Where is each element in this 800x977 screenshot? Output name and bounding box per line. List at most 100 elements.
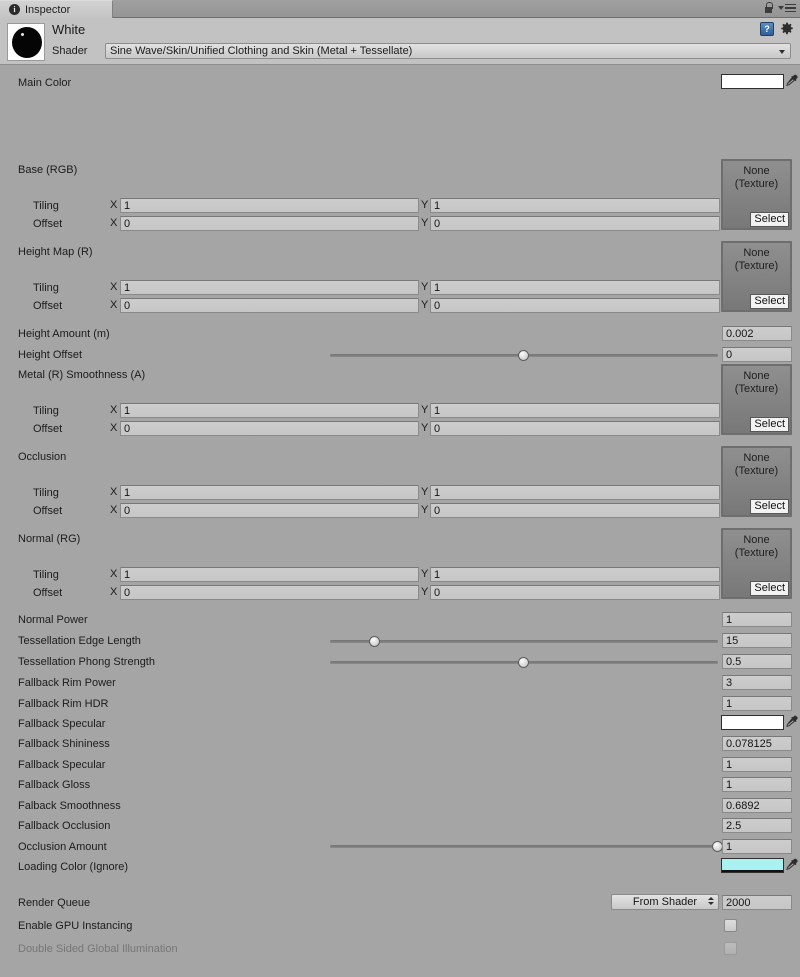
material-preview-sphere[interactable] <box>7 23 45 61</box>
slider-knob[interactable] <box>368 636 380 647</box>
gear-icon[interactable] <box>780 22 794 36</box>
label-loading-color: Loading Color (Ignore) <box>18 861 129 873</box>
texture-slot-none-label: None (Texture) <box>734 165 779 190</box>
fallback-shininess-field[interactable]: 0.078125 <box>722 736 792 751</box>
height-offset-field[interactable]: 0 <box>722 347 792 362</box>
texture-select-button-metal[interactable]: Select <box>750 417 789 432</box>
texture-select-button-height[interactable]: Select <box>750 294 789 309</box>
tiling-x-occlusion[interactable]: 1 <box>120 485 419 500</box>
texture-slot-none-label: None (Texture) <box>734 370 779 395</box>
tab-inspector-label: Inspector <box>25 3 71 16</box>
tiling-y-metal[interactable]: 1 <box>430 403 720 418</box>
axis-y-label-tiling-metal: Y <box>421 404 429 416</box>
axis-y-label-tiling-height: Y <box>421 281 429 293</box>
offset-y-occlusion[interactable]: 0 <box>430 503 720 518</box>
fallback-gloss-field[interactable]: 1 <box>722 777 792 792</box>
panel-tab-bar: i Inspector <box>0 0 800 18</box>
label-tiling-base: Tiling <box>33 200 59 212</box>
offset-y-metal[interactable]: 0 <box>430 421 720 436</box>
tessellation-edge-length-field[interactable]: 15 <box>722 633 792 648</box>
tessellation-phong-strength-field[interactable]: 0.5 <box>722 654 792 669</box>
offset-x-normal[interactable]: 0 <box>120 585 419 600</box>
material-header-actions: ? <box>760 22 794 36</box>
label-fallback-gloss: Fallback Gloss <box>18 779 91 791</box>
occlusion-amount-slider[interactable] <box>330 839 723 854</box>
offset-x-base[interactable]: 0 <box>120 216 419 231</box>
texture-slot-base-rgb[interactable]: None (Texture) Select <box>721 159 792 230</box>
lock-icon[interactable] <box>764 2 773 14</box>
axis-x-label-tiling-base: X <box>110 199 118 211</box>
label-normal-rg: Normal (RG) <box>18 533 81 545</box>
tiling-x-normal[interactable]: 1 <box>120 567 419 582</box>
axis-y-label-offset-metal: Y <box>421 422 429 434</box>
eyedropper-icon-loading-color[interactable] <box>785 858 799 873</box>
texture-select-button-base[interactable]: Select <box>750 212 789 227</box>
label-fallback-shininess: Fallback Shininess <box>18 738 110 750</box>
normal-power-field[interactable]: 1 <box>722 612 792 627</box>
fallback-specular-field[interactable]: 1 <box>722 757 792 772</box>
fallback-rim-power-field[interactable]: 3 <box>722 675 792 690</box>
fallback-rim-hdr-field[interactable]: 1 <box>722 696 792 711</box>
offset-y-base[interactable]: 0 <box>430 216 720 231</box>
offset-x-metal[interactable]: 0 <box>120 421 419 436</box>
help-book-icon[interactable]: ? <box>760 22 774 36</box>
tiling-x-base[interactable]: 1 <box>120 198 419 213</box>
offset-x-occlusion[interactable]: 0 <box>120 503 419 518</box>
fallback-specular-color-swatch[interactable] <box>721 715 784 730</box>
occlusion-amount-field[interactable]: 1 <box>722 839 792 854</box>
axis-y-label-tiling-normal: Y <box>421 568 429 580</box>
render-queue-mode-value: From Shader <box>632 896 698 908</box>
texture-slot-occlusion[interactable]: None (Texture) Select <box>721 446 792 517</box>
tiling-y-normal[interactable]: 1 <box>430 567 720 582</box>
height-amount-field[interactable]: 0.002 <box>722 326 792 341</box>
slider-knob[interactable] <box>518 350 529 361</box>
label-height-amount: Height Amount (m) <box>18 328 110 340</box>
label-tiling-metal: Tiling <box>33 405 59 417</box>
texture-select-button-normal[interactable]: Select <box>750 581 789 596</box>
offset-x-height[interactable]: 0 <box>120 298 419 313</box>
fallback-occlusion-field[interactable]: 2.5 <box>722 818 792 833</box>
axis-x-label-offset-occlusion: X <box>110 504 118 516</box>
axis-x-label-offset-normal: X <box>110 586 118 598</box>
hamburger-menu-icon[interactable] <box>778 3 796 13</box>
texture-slot-height-map[interactable]: None (Texture) Select <box>721 241 792 312</box>
axis-y-label-offset-height: Y <box>421 299 429 311</box>
offset-y-height[interactable]: 0 <box>430 298 720 313</box>
falback-smoothness-field[interactable]: 0.6892 <box>722 798 792 813</box>
texture-slot-metal-smoothness[interactable]: None (Texture) Select <box>721 364 792 435</box>
tiling-y-base[interactable]: 1 <box>430 198 720 213</box>
loading-color-swatch[interactable] <box>721 858 784 873</box>
eyedropper-icon-fallback-specular[interactable] <box>785 715 799 730</box>
tiling-x-height[interactable]: 1 <box>120 280 419 295</box>
material-name: White <box>52 22 86 37</box>
tiling-y-height[interactable]: 1 <box>430 280 720 295</box>
tab-inspector[interactable]: i Inspector <box>0 0 113 18</box>
texture-slot-none-label: None (Texture) <box>734 534 779 559</box>
render-queue-value-field[interactable]: 2000 <box>722 895 792 910</box>
tiling-y-occlusion[interactable]: 1 <box>430 485 720 500</box>
texture-slot-normal-rg[interactable]: None (Texture) Select <box>721 528 792 599</box>
tab-bar-actions <box>764 2 796 14</box>
axis-x-label-offset-base: X <box>110 217 118 229</box>
tessellation-phong-strength-slider[interactable] <box>330 655 718 670</box>
label-offset-height: Offset <box>33 300 63 312</box>
tiling-x-metal[interactable]: 1 <box>120 403 419 418</box>
shader-dropdown[interactable]: Sine Wave/Skin/Unified Clothing and Skin… <box>105 43 791 59</box>
tessellation-edge-length-slider[interactable] <box>330 634 718 649</box>
axis-y-label-tiling-base: Y <box>421 199 429 211</box>
slider-knob[interactable] <box>518 657 529 668</box>
label-tiling-height: Tiling <box>33 282 59 294</box>
render-queue-mode-dropdown[interactable]: From Shader <box>611 894 719 910</box>
offset-y-normal[interactable]: 0 <box>430 585 720 600</box>
height-offset-slider[interactable] <box>330 348 718 363</box>
label-double-sided-gi: Double Sided Global Illumination <box>18 943 178 955</box>
texture-slot-none-label: None (Texture) <box>734 247 779 272</box>
texture-select-button-occlusion[interactable]: Select <box>750 499 789 514</box>
label-enable-gpu-instancing: Enable GPU Instancing <box>18 920 133 932</box>
label-offset-occlusion: Offset <box>33 505 63 517</box>
eyedropper-icon-main-color[interactable] <box>785 74 799 89</box>
checkbox-enable-gpu-instancing[interactable] <box>724 919 737 932</box>
shader-dropdown-value: Sine Wave/Skin/Unified Clothing and Skin… <box>110 45 413 57</box>
main-color-swatch[interactable] <box>721 74 784 89</box>
label-tiling-occlusion: Tiling <box>33 487 59 499</box>
